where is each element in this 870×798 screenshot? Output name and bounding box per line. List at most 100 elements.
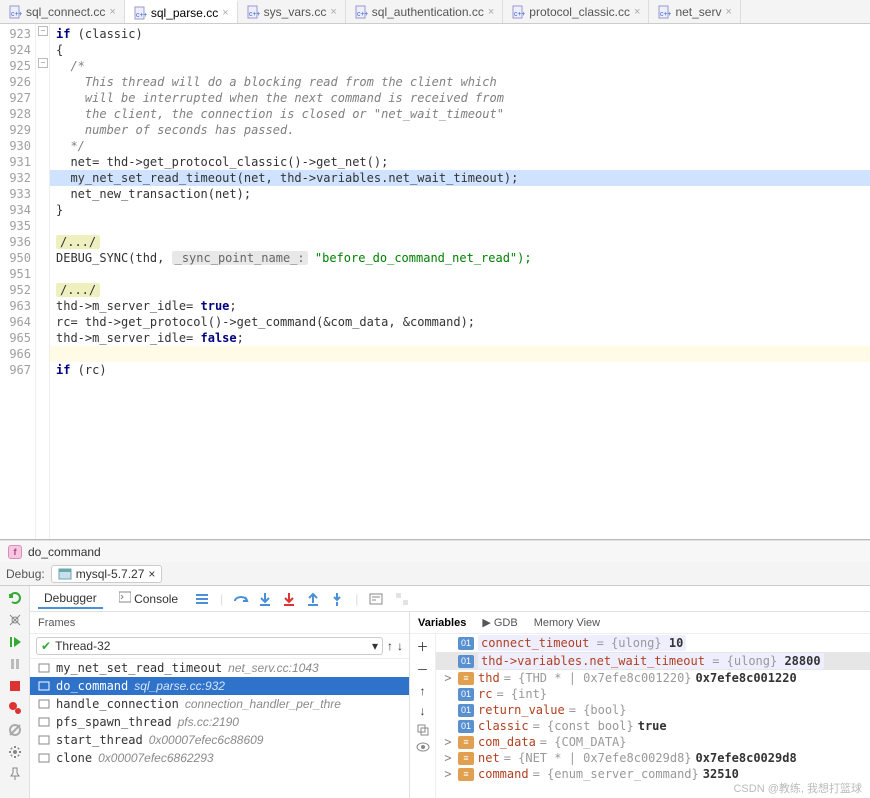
variable-row[interactable]: >≡ com_data = {COM_DATA}	[436, 734, 870, 750]
thread-selector[interactable]: ✔ Thread-32 ▾	[36, 637, 383, 655]
editor-tab[interactable]: c++sql_connect.cc×	[0, 0, 125, 23]
resume-button[interactable]	[7, 634, 23, 650]
editor-tab[interactable]: c++sys_vars.cc×	[238, 0, 346, 23]
run-configuration[interactable]: mysql-5.7.27 ×	[51, 565, 163, 583]
trace-button[interactable]	[394, 591, 410, 607]
close-icon[interactable]: ×	[148, 567, 155, 581]
tab-console[interactable]: Console	[113, 589, 184, 608]
editor-tabbar: c++sql_connect.cc×c++sql_parse.cc×c++sys…	[0, 0, 870, 24]
close-icon[interactable]: ×	[330, 6, 336, 18]
prev-frame-button[interactable]: ↑	[387, 639, 393, 653]
svg-text:c++: c++	[660, 11, 671, 18]
stop-button[interactable]	[7, 678, 23, 694]
tab-variables[interactable]: Variables	[418, 617, 466, 629]
type-badge-icon: ≡	[458, 752, 474, 765]
code-editor: 9239249259269279289299309319329339349359…	[0, 24, 870, 540]
frame-icon	[38, 752, 50, 764]
pause-button[interactable]	[7, 656, 23, 672]
mute-breakpoints-button[interactable]	[7, 722, 23, 738]
console-icon	[119, 591, 131, 603]
run-config-name: mysql-5.7.27	[76, 567, 145, 581]
tab-memory-view[interactable]: Memory View	[534, 617, 600, 629]
rerun-button[interactable]	[7, 590, 23, 606]
run-to-cursor-button[interactable]	[329, 591, 345, 607]
code-area[interactable]: if (classic){ /* This thread will do a b…	[50, 24, 870, 539]
type-badge-icon: 01	[458, 688, 474, 701]
expand-toggle[interactable]: >	[442, 767, 454, 781]
editor-tab[interactable]: c++net_serv×	[649, 0, 740, 23]
type-badge-icon: ≡	[458, 768, 474, 781]
svg-text:c++: c++	[514, 11, 525, 18]
stack-list[interactable]: my_net_set_read_timeout net_serv.cc:1043…	[30, 659, 409, 798]
breadcrumb-method[interactable]: do_command	[28, 545, 101, 559]
variable-row[interactable]: >≡ command = {enum_server_command} 32510	[436, 766, 870, 782]
settings-button[interactable]	[7, 744, 23, 760]
breadcrumb-bar: f do_command	[0, 540, 870, 562]
close-icon[interactable]: ×	[488, 6, 494, 18]
application-icon	[58, 567, 72, 581]
stack-frame[interactable]: handle_connection connection_handler_per…	[30, 695, 409, 713]
svg-text:c++: c++	[11, 11, 22, 18]
variable-row[interactable]: 01 rc = {int}	[436, 686, 870, 702]
tab-gdb[interactable]: ▶ GDB	[482, 616, 517, 629]
move-up-button[interactable]: ↑	[420, 684, 426, 698]
stack-frame[interactable]: start_thread 0x00007efec6c88609	[30, 731, 409, 749]
variable-row[interactable]: 01 return_value = {bool}	[436, 702, 870, 718]
evaluate-expression-button[interactable]	[368, 591, 384, 607]
debug-toolbar: Debugger Console | |	[30, 586, 870, 612]
debug-side-toolbar	[0, 586, 30, 798]
close-icon[interactable]: ×	[725, 6, 731, 18]
add-watch-button[interactable]: ＋	[416, 638, 428, 655]
debug-label: Debug:	[6, 567, 45, 581]
show-watches-button[interactable]	[416, 742, 430, 752]
type-badge-icon: 01	[458, 655, 474, 668]
expand-toggle[interactable]: >	[442, 671, 454, 685]
modify-run-button[interactable]	[7, 612, 23, 628]
tab-debugger[interactable]: Debugger	[38, 589, 103, 609]
move-down-button[interactable]: ↓	[420, 704, 426, 718]
show-execution-point-button[interactable]	[194, 591, 210, 607]
svg-text:c++: c++	[249, 11, 260, 18]
editor-tab[interactable]: c++sql_authentication.cc×	[346, 0, 504, 23]
variables-list[interactable]: 01 connect_timeout = {ulong} 1001 thd->v…	[436, 634, 870, 798]
variable-row[interactable]: 01 classic = {const bool} true	[436, 718, 870, 734]
stack-frame[interactable]: pfs_spawn_thread pfs.cc:2190	[30, 713, 409, 731]
debug-tool-window: Debugger Console | | Frames	[0, 586, 870, 798]
tab-console-label: Console	[134, 592, 178, 606]
frame-icon	[38, 662, 50, 674]
type-badge-icon: ≡	[458, 672, 474, 685]
frame-icon	[38, 734, 50, 746]
pin-button[interactable]	[7, 766, 23, 782]
step-out-button[interactable]	[305, 591, 321, 607]
variable-row[interactable]: >≡ thd = {THD * | 0x7efe8c001220} 0x7efe…	[436, 670, 870, 686]
stack-frame[interactable]: clone 0x00007efec6862293	[30, 749, 409, 767]
editor-tab[interactable]: c++protocol_classic.cc×	[503, 0, 649, 23]
step-into-button[interactable]	[257, 591, 273, 607]
force-step-into-button[interactable]	[281, 591, 297, 607]
step-over-button[interactable]	[233, 591, 249, 607]
variable-row[interactable]: 01 thd->variables.net_wait_timeout = {ul…	[436, 652, 870, 670]
fold-toggle[interactable]: −	[38, 58, 48, 68]
expand-toggle[interactable]: >	[442, 735, 454, 749]
type-badge-icon: ≡	[458, 736, 474, 749]
expand-toggle[interactable]: >	[442, 751, 454, 765]
type-badge-icon: 01	[458, 704, 474, 717]
stack-frame[interactable]: do_command sql_parse.cc:932	[30, 677, 409, 695]
variable-row[interactable]: 01 connect_timeout = {ulong} 10	[436, 634, 870, 652]
remove-watch-button[interactable]: －	[416, 661, 428, 678]
next-frame-button[interactable]: ↓	[397, 639, 403, 653]
stack-frame[interactable]: my_net_set_read_timeout net_serv.cc:1043	[30, 659, 409, 677]
view-breakpoints-button[interactable]	[7, 700, 23, 716]
variable-row[interactable]: >≡ net = {NET * | 0x7efe8c0029d8} 0x7efe…	[436, 750, 870, 766]
frames-header: Frames	[30, 612, 409, 634]
close-icon[interactable]: ×	[109, 6, 115, 18]
debug-title-bar: Debug: mysql-5.7.27 ×	[0, 562, 870, 586]
close-icon[interactable]: ×	[222, 7, 228, 19]
chevron-down-icon: ▾	[372, 639, 378, 653]
fold-column: −−	[36, 24, 50, 539]
fold-toggle[interactable]: −	[38, 26, 48, 36]
editor-tab[interactable]: c++sql_parse.cc×	[125, 0, 238, 23]
duplicate-watch-button[interactable]	[417, 724, 429, 736]
svg-text:c++: c++	[357, 11, 368, 18]
close-icon[interactable]: ×	[634, 6, 640, 18]
